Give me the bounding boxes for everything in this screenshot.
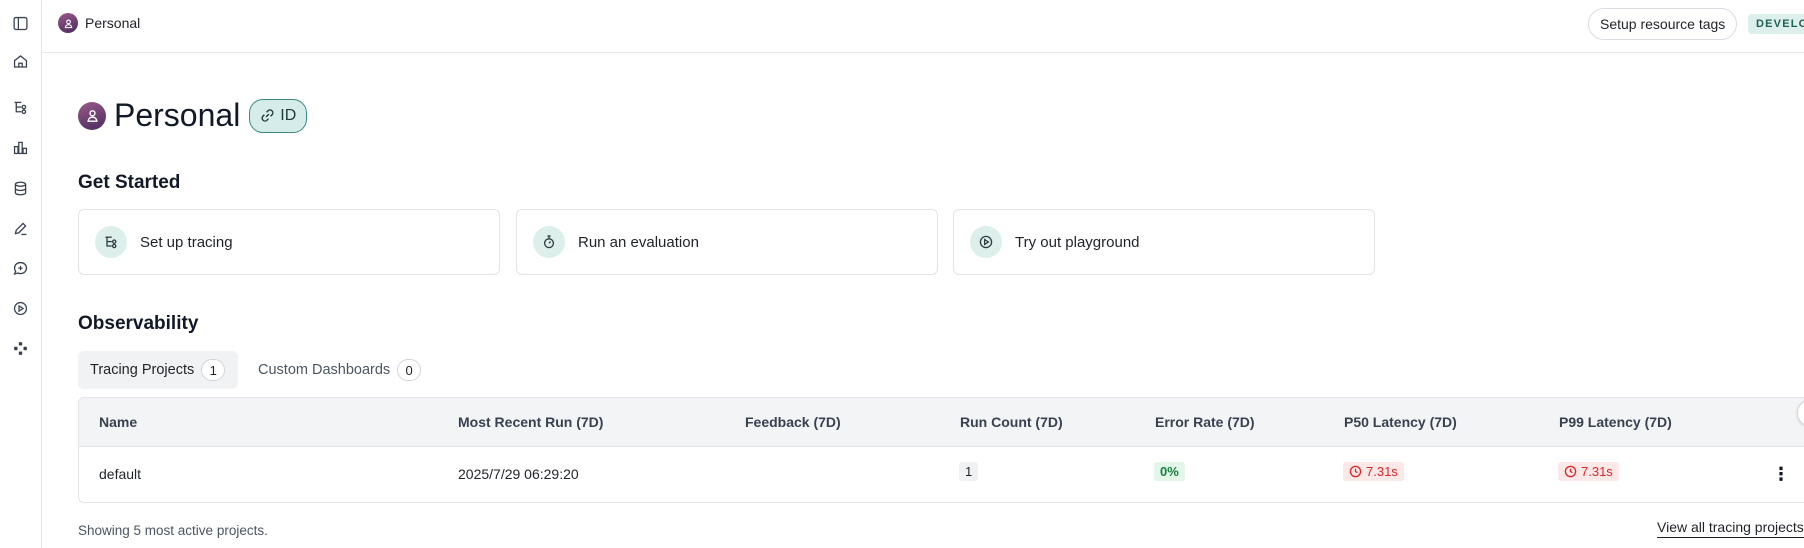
annotation-icon[interactable] [10, 218, 30, 238]
workspace-breadcrumb[interactable]: Personal [58, 13, 140, 33]
workspace-name: Personal [85, 15, 141, 31]
setup-resource-tags-button[interactable]: Setup resource tags [1588, 8, 1738, 40]
p99-latency-value: 7.31s [1581, 464, 1613, 479]
top-bar: Personal Setup resource tags DEVELOPER [42, 0, 1804, 53]
error-rate-badge: 0% [1154, 462, 1185, 481]
panel-toggle-icon[interactable] [10, 13, 30, 33]
deployments-icon[interactable] [10, 338, 30, 358]
observability-title: Observability [78, 313, 199, 334]
home-icon[interactable] [10, 51, 30, 71]
card-label: Set up tracing [140, 233, 233, 251]
id-chip-label: ID [280, 106, 297, 124]
dashboards-icon[interactable] [10, 137, 30, 157]
p99-latency-badge: 7.31s [1558, 462, 1619, 481]
most-recent-run-cell: 2025/7/29 06:29:20 [458, 466, 579, 482]
clock-icon [1349, 465, 1362, 478]
column-header[interactable]: Run Count (7D) [960, 414, 1063, 430]
column-header[interactable]: P50 Latency (7D) [1344, 414, 1457, 430]
try-playground-card[interactable]: Try out playground [953, 209, 1375, 275]
column-header[interactable]: Most Recent Run (7D) [458, 414, 603, 430]
projects-footer-note: Showing 5 most active projects. [78, 523, 268, 538]
tab-custom-dashboards[interactable]: Custom Dashboards 0 [246, 351, 422, 389]
tab-count-badge: 1 [201, 359, 226, 381]
run-evaluation-card[interactable]: Run an evaluation [516, 209, 938, 275]
playground-icon[interactable] [10, 298, 30, 318]
clock-icon [1564, 465, 1577, 478]
link-icon [261, 109, 274, 122]
column-header[interactable]: Error Rate (7D) [1155, 414, 1255, 430]
tracing-icon [95, 226, 127, 258]
tab-label: Custom Dashboards [258, 362, 391, 378]
workspace-avatar-icon [78, 101, 106, 130]
page-title: Personal [114, 97, 241, 133]
copy-id-button[interactable]: ID [249, 98, 308, 133]
tab-label: Tracing Projects [90, 362, 195, 378]
workspace-avatar-icon [58, 13, 78, 33]
datasets-icon[interactable] [10, 178, 30, 198]
card-label: Run an evaluation [578, 233, 699, 251]
column-header[interactable]: Name [99, 414, 137, 430]
stopwatch-icon [533, 226, 565, 258]
table-header: Name Most Recent Run (7D) Feedback (7D) … [79, 398, 1804, 447]
play-circle-icon [970, 226, 1002, 258]
setup-tracing-card[interactable]: Set up tracing [78, 209, 500, 275]
project-name-cell[interactable]: default [99, 466, 141, 482]
tab-tracing-projects[interactable]: Tracing Projects 1 [78, 351, 238, 389]
prompts-icon[interactable] [10, 258, 30, 278]
tracing-projects-table: Name Most Recent Run (7D) Feedback (7D) … [78, 397, 1804, 503]
tab-count-badge: 0 [397, 359, 422, 381]
get-started-title: Get Started [78, 172, 181, 193]
column-header[interactable]: P99 Latency (7D) [1559, 414, 1672, 430]
run-count-badge: 1 [959, 462, 979, 481]
view-all-tracing-projects-link[interactable]: View all tracing projects → [1657, 519, 1804, 538]
more-options-icon[interactable]: ⋮ [1772, 463, 1790, 485]
tracing-icon[interactable] [10, 97, 30, 117]
p50-latency-value: 7.31s [1366, 464, 1398, 479]
sidebar [0, 0, 42, 548]
card-label: Try out playground [1015, 233, 1140, 251]
p50-latency-badge: 7.31s [1343, 462, 1404, 481]
column-header[interactable]: Feedback (7D) [745, 414, 841, 430]
environment-badge: DEVELOPER [1748, 14, 1804, 34]
table-row[interactable]: default 2025/7/29 06:29:20 1 0% 7.31s 7.… [79, 447, 1804, 502]
page-heading: Personal ID [78, 97, 308, 134]
